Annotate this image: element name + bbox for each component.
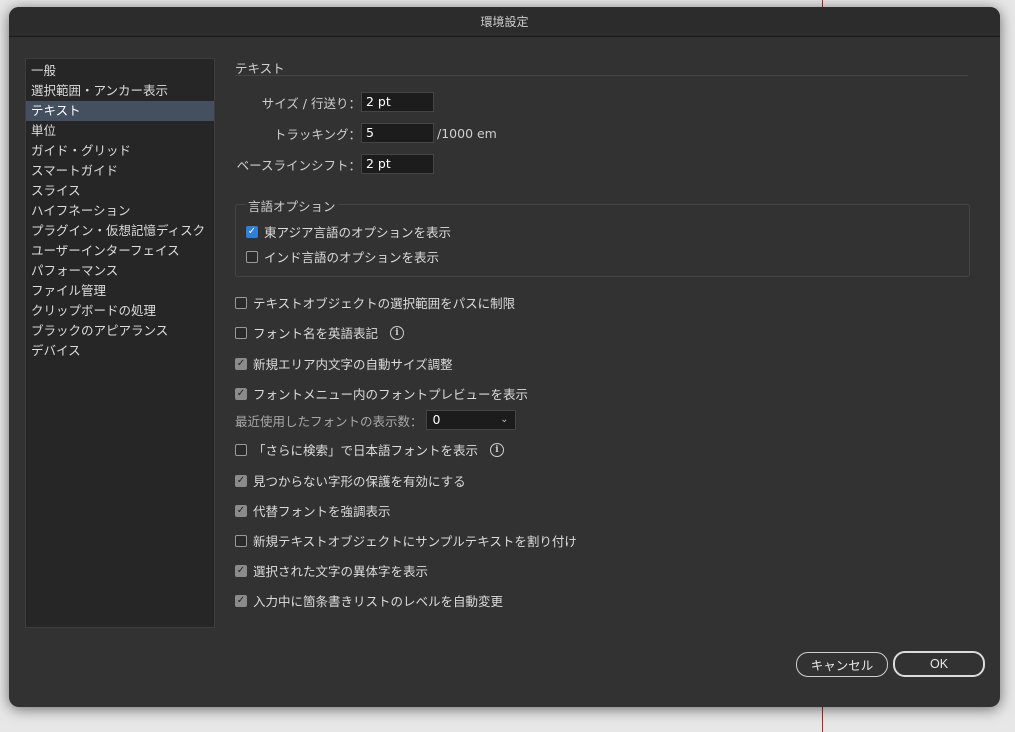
recent-fonts-select[interactable]: 0 ⌄ xyxy=(425,410,516,430)
tracking-field[interactable]: 5 xyxy=(361,123,434,143)
fill-placeholder-label: 新規テキストオブジェクトにサンプルテキストを割り付け xyxy=(253,534,577,549)
sidebar-item-plugins-scratch[interactable]: プラグイン・仮想記憶ディスク xyxy=(26,221,214,241)
east-asian-checkbox[interactable]: ✓ xyxy=(246,225,258,238)
sidebar-item-type[interactable]: テキスト xyxy=(26,101,214,121)
protect-glyphs-label: 見つからない字形の保護を有効にする xyxy=(253,474,466,489)
sidebar-item-performance[interactable]: パフォーマンス xyxy=(26,261,214,281)
section-divider xyxy=(235,75,968,76)
ok-button[interactable]: OK xyxy=(893,651,985,677)
sidebar-item-hyphenation[interactable]: ハイフネーション xyxy=(26,201,214,221)
info-icon[interactable]: i xyxy=(490,442,505,457)
size-leading-field[interactable]: 2 pt xyxy=(361,92,434,112)
indic-checkbox[interactable] xyxy=(246,250,258,263)
tracking-unit: /1000 em xyxy=(437,125,497,141)
recent-fonts-row: 最近使用したフォントの表示数： 0 ⌄ xyxy=(235,410,516,430)
cancel-button[interactable]: キャンセル xyxy=(796,652,888,677)
tracking-label: トラッキング： xyxy=(273,126,361,142)
font-preview-label: フォントメニュー内のフォントプレビューを表示 xyxy=(253,387,529,402)
sidebar-item-black-appearance[interactable]: ブラックのアピアランス xyxy=(26,321,214,341)
sidebar-item-selection-anchor[interactable]: 選択範囲・アンカー表示 xyxy=(26,81,214,101)
category-list: 一般 選択範囲・アンカー表示 テキスト 単位 ガイド・グリッド スマートガイド … xyxy=(26,59,214,361)
show-alternates-option[interactable]: ✓ 選択された文字の異体字を表示 xyxy=(235,561,428,580)
auto-list-level-checkbox[interactable]: ✓ xyxy=(235,594,247,607)
sidebar-item-clipboard[interactable]: クリップボードの処理 xyxy=(26,301,214,321)
recent-fonts-value: 0 xyxy=(432,412,441,427)
font-names-english-checkbox[interactable] xyxy=(235,326,247,339)
auto-list-level-label: 入力中に箇条書きリストのレベルを自動変更 xyxy=(253,594,504,609)
font-preview-option[interactable]: ✓ フォントメニュー内のフォントプレビューを表示 xyxy=(235,384,528,403)
sidebar-item-guides-grid[interactable]: ガイド・グリッド xyxy=(26,141,214,161)
sidebar-item-general[interactable]: 一般 xyxy=(26,61,214,81)
protect-glyphs-checkbox[interactable]: ✓ xyxy=(235,474,247,487)
font-names-english-option[interactable]: フォント名を英語表記 i xyxy=(235,323,405,342)
language-options-title: 言語オプション xyxy=(246,196,338,215)
sidebar-item-slices[interactable]: スライス xyxy=(26,181,214,201)
highlight-substituted-checkbox[interactable]: ✓ xyxy=(235,504,247,517)
recent-fonts-label: 最近使用したフォントの表示数： xyxy=(235,413,423,429)
category-sidebar: 一般 選択範囲・アンカー表示 テキスト 単位 ガイド・グリッド スマートガイド … xyxy=(25,58,215,628)
east-asian-option[interactable]: ✓ 東アジア言語のオプションを表示 xyxy=(246,222,451,241)
fill-placeholder-checkbox[interactable] xyxy=(235,534,247,547)
indic-label: インド言語のオプションを表示 xyxy=(264,250,440,265)
auto-list-level-option[interactable]: ✓ 入力中に箇条書きリストのレベルを自動変更 xyxy=(235,591,503,610)
sidebar-item-smart-guides[interactable]: スマートガイド xyxy=(26,161,214,181)
sidebar-item-devices[interactable]: デバイス xyxy=(26,341,214,361)
chevron-down-icon: ⌄ xyxy=(500,414,509,425)
tracking-row: トラッキング： 5 /1000 em xyxy=(235,123,497,143)
baseline-shift-label: ベースラインシフト： xyxy=(236,157,361,173)
show-alternates-label: 選択された文字の異体字を表示 xyxy=(253,564,429,579)
language-options-group: 言語オプション ✓ 東アジア言語のオプションを表示 インド言語のオプションを表示 xyxy=(235,196,970,277)
screen: 環境設定 一般 選択範囲・アンカー表示 テキスト 単位 ガイド・グリッド スマー… xyxy=(0,0,1015,732)
find-more-label: 「さらに検索」で日本語フォントを表示 xyxy=(253,443,479,458)
font-preview-checkbox[interactable]: ✓ xyxy=(235,387,247,400)
fill-placeholder-option[interactable]: 新規テキストオブジェクトにサンプルテキストを割り付け xyxy=(235,531,577,550)
baseline-shift-row: ベースラインシフト： 2 pt xyxy=(233,154,434,174)
auto-size-label: 新規エリア内文字の自動サイズ調整 xyxy=(253,357,453,372)
indic-option[interactable]: インド言語のオプションを表示 xyxy=(246,247,439,266)
show-alternates-checkbox[interactable]: ✓ xyxy=(235,564,247,577)
size-leading-row: サイズ / 行送り： 2 pt xyxy=(235,92,434,112)
sidebar-item-units[interactable]: 単位 xyxy=(26,121,214,141)
auto-size-checkbox[interactable]: ✓ xyxy=(235,357,247,370)
window-title: 環境設定 xyxy=(480,15,529,29)
sidebar-item-file-handling[interactable]: ファイル管理 xyxy=(26,281,214,301)
east-asian-label: 東アジア言語のオプションを表示 xyxy=(264,225,452,240)
limit-selection-option[interactable]: テキストオブジェクトの選択範囲をパスに制限 xyxy=(235,293,515,312)
size-leading-label: サイズ / 行送り： xyxy=(261,95,361,111)
find-more-option[interactable]: 「さらに検索」で日本語フォントを表示 i xyxy=(235,440,505,459)
preferences-dialog: 環境設定 一般 選択範囲・アンカー表示 テキスト 単位 ガイド・グリッド スマー… xyxy=(9,7,1000,707)
sidebar-item-user-interface[interactable]: ユーザーインターフェイス xyxy=(26,241,214,261)
protect-glyphs-option[interactable]: ✓ 見つからない字形の保護を有効にする xyxy=(235,471,466,490)
highlight-substituted-label: 代替フォントを強調表示 xyxy=(253,504,391,519)
info-icon[interactable]: i xyxy=(390,325,405,340)
font-names-english-label: フォント名を英語表記 xyxy=(253,326,379,341)
limit-selection-checkbox[interactable] xyxy=(235,296,247,309)
auto-size-option[interactable]: ✓ 新規エリア内文字の自動サイズ調整 xyxy=(235,354,453,373)
title-bar: 環境設定 xyxy=(9,7,1000,37)
find-more-checkbox[interactable] xyxy=(235,443,247,456)
baseline-shift-field[interactable]: 2 pt xyxy=(361,154,434,174)
highlight-substituted-option[interactable]: ✓ 代替フォントを強調表示 xyxy=(235,501,391,520)
limit-selection-label: テキストオブジェクトの選択範囲をパスに制限 xyxy=(253,296,516,311)
